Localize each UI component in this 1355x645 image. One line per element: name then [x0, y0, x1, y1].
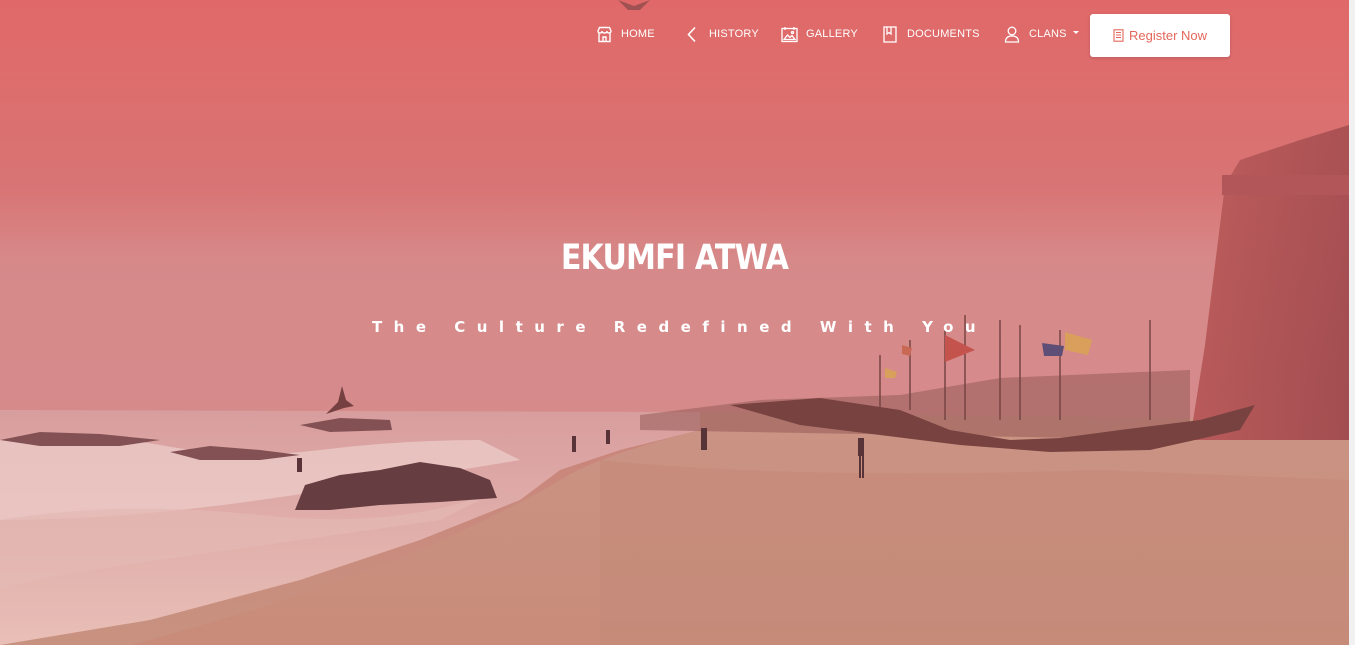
- hero-section: HOME HISTORY GALLERY DOCUMENTS CLANS Reg…: [0, 0, 1349, 645]
- page-title: EKUMFI ATWA: [560, 238, 789, 278]
- book-icon: [881, 25, 899, 43]
- nav-item-gallery[interactable]: GALLERY: [780, 24, 858, 44]
- scrollbar[interactable]: [1349, 0, 1355, 645]
- nav-clans-label: CLANS: [1029, 28, 1067, 40]
- page-tagline: The Culture Redefined With You: [371, 318, 988, 336]
- nav-item-documents[interactable]: DOCUMENTS: [881, 24, 980, 44]
- chevron-left-icon: [683, 25, 701, 43]
- nav-gallery-label: GALLERY: [806, 28, 858, 40]
- nav-item-home[interactable]: HOME: [595, 24, 655, 44]
- nav-history-label: HISTORY: [709, 28, 759, 40]
- shop-icon: [595, 25, 613, 43]
- register-now-label: Register Now: [1128, 28, 1208, 43]
- user-icon: [1003, 25, 1021, 43]
- main-navigation: HOME HISTORY GALLERY DOCUMENTS CLANS Reg…: [0, 0, 1349, 70]
- nav-documents-label: DOCUMENTS: [907, 28, 980, 40]
- register-now-button[interactable]: Register Now: [1090, 14, 1230, 57]
- document-icon: [1113, 29, 1125, 42]
- nav-item-clans[interactable]: CLANS: [1003, 24, 1079, 44]
- image-icon: [780, 25, 798, 43]
- nav-item-history[interactable]: HISTORY: [683, 24, 759, 44]
- chevron-down-icon: [1072, 30, 1079, 34]
- nav-home-label: HOME: [621, 28, 655, 40]
